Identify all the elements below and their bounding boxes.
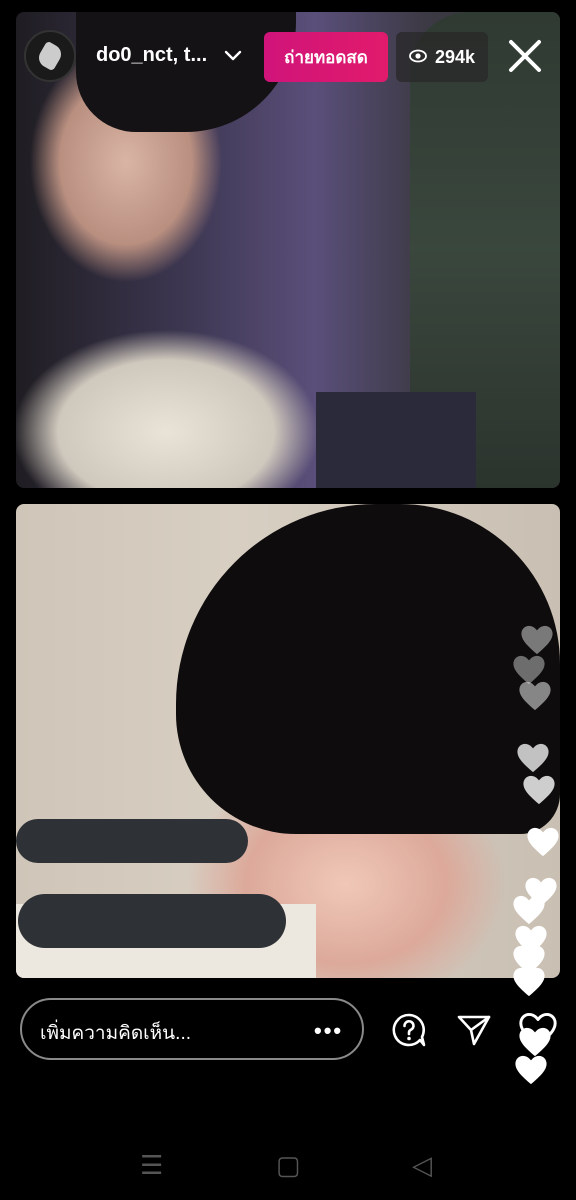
heart-icon[interactable] — [518, 1012, 558, 1048]
live-header: do0_nct, t... ถ่ายทอดสด 294k — [0, 0, 576, 120]
comment-bubble — [18, 894, 286, 948]
comment-placeholder: เพิ่มความคิดเห็น... — [40, 1023, 192, 1044]
viewer-count-badge[interactable]: 294k — [396, 32, 488, 82]
close-icon[interactable] — [505, 36, 545, 76]
more-options-icon[interactable]: ••• — [314, 1018, 343, 1044]
comment-bubble — [16, 819, 248, 863]
floating-heart-icon — [515, 1055, 547, 1085]
background-sofa — [316, 392, 476, 488]
send-icon[interactable] — [456, 1012, 492, 1048]
floating-heart-icon — [523, 775, 555, 805]
viewer-count: 294k — [434, 46, 476, 67]
floating-heart-icon — [519, 681, 551, 711]
live-badge: ถ่ายทอดสด — [264, 32, 388, 82]
recent-apps-icon[interactable]: ☰ — [140, 1150, 163, 1181]
question-icon[interactable] — [391, 1012, 427, 1048]
eye-icon — [409, 47, 427, 68]
host-usernames[interactable]: do0_nct, t... — [96, 44, 207, 67]
comment-input[interactable]: เพิ่มความคิดเห็น... ••• — [20, 998, 364, 1060]
floating-heart-icon — [513, 967, 545, 997]
floating-heart-icon — [521, 625, 553, 655]
person-hair — [176, 504, 560, 834]
floating-heart-icon — [527, 827, 559, 857]
host-avatar[interactable] — [24, 30, 76, 82]
home-icon[interactable]: ▢ — [276, 1150, 301, 1181]
floating-heart-icon — [517, 743, 549, 773]
back-icon[interactable]: ◁ — [412, 1150, 432, 1181]
chevron-down-icon[interactable] — [222, 44, 244, 72]
floating-heart-icon — [513, 895, 545, 925]
live-label: ถ่ายทอดสด — [284, 47, 368, 67]
